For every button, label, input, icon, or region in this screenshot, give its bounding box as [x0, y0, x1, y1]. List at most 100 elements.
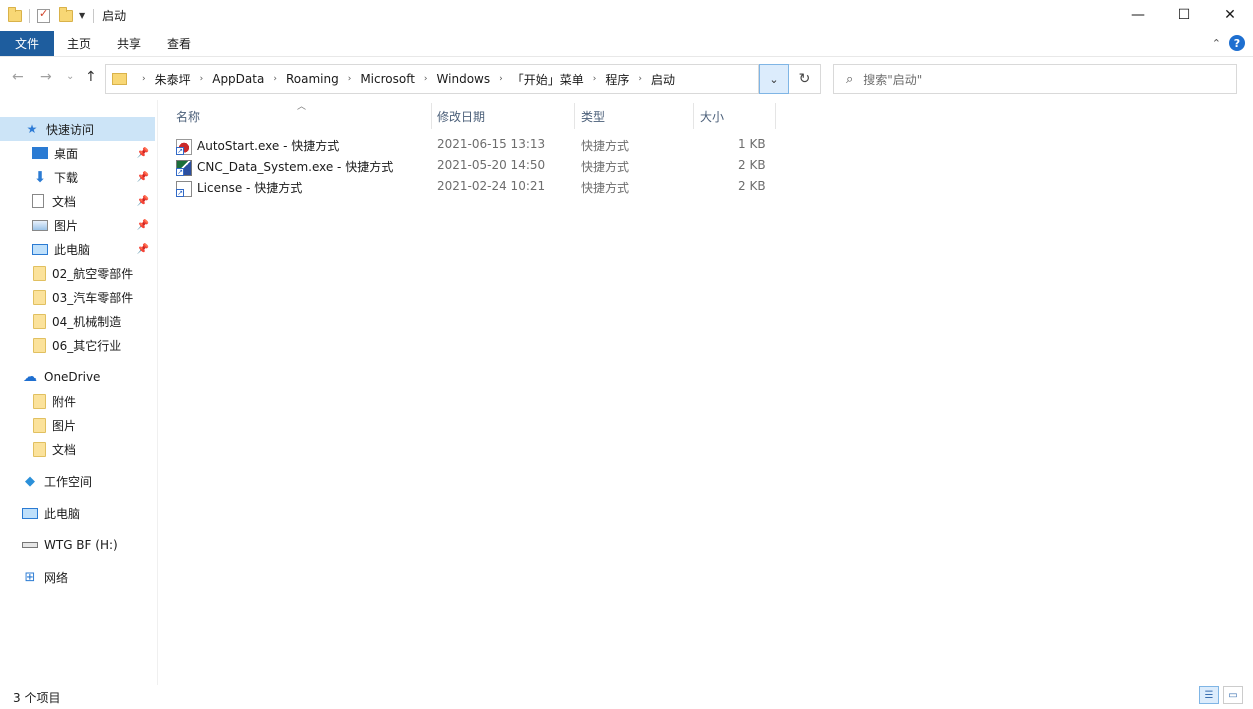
star-icon: ★ [26, 122, 38, 136]
sidebar-item-this-pc[interactable]: 此电脑 [0, 501, 155, 525]
breadcrumb-separator[interactable]: › [499, 74, 503, 84]
folder-icon [33, 337, 46, 353]
application-icon: ↗ [176, 159, 192, 176]
pin-icon[interactable]: 📌 [137, 220, 149, 231]
pin-icon[interactable]: 📌 [137, 244, 149, 255]
tab-home[interactable]: 主页 [54, 31, 104, 56]
new-folder-icon[interactable] [59, 6, 73, 22]
file-size: 2 KB [738, 158, 766, 172]
sidebar-item-label: 02_航空零部件 [52, 266, 134, 281]
sidebar-item-folder[interactable]: 附件 [0, 389, 155, 413]
sidebar-item-label: 此电脑 [54, 242, 91, 257]
table-row[interactable]: ↗ CNC_Data_System.exe - 快捷方式 2021-05-20 1… [172, 155, 772, 176]
sidebar-item-folder[interactable]: 04_机械制造 [0, 309, 155, 333]
tab-share[interactable]: 共享 [104, 31, 154, 56]
breadcrumb-separator[interactable]: › [424, 74, 428, 84]
folder-icon [112, 73, 127, 85]
tab-view[interactable]: 查看 [154, 31, 204, 56]
sidebar-item-drive[interactable]: WTG BF (H:) [0, 533, 155, 557]
details-view-icon[interactable]: ☰ [1199, 686, 1219, 704]
sidebar-item-pictures[interactable]: 图片 📌 [0, 213, 155, 237]
forward-button[interactable]: → [40, 69, 52, 85]
sidebar-item-label: 图片 [52, 418, 77, 433]
sidebar-item-label: 04_机械制造 [52, 314, 122, 329]
column-header-type[interactable]: 类型 [575, 103, 694, 129]
breadcrumb-microsoft[interactable]: Microsoft [360, 72, 415, 86]
back-button[interactable]: ← [12, 69, 24, 85]
address-dropdown-button[interactable]: ⌄ [759, 64, 789, 94]
window-controls: — ☐ ✕ [1115, 0, 1253, 30]
sidebar-item-onedrive[interactable]: ☁ OneDrive [0, 365, 155, 389]
breadcrumb-start-menu[interactable]: 「开始」菜单 [512, 71, 584, 88]
breadcrumb-separator[interactable]: › [200, 74, 204, 84]
sidebar-item-label: 文档 [52, 442, 77, 457]
ribbon-tabs: 文件 主页 共享 查看 ⌃ ? [0, 31, 1253, 56]
breadcrumb-startup[interactable]: 启动 [651, 71, 675, 88]
sidebar-item-folder[interactable]: 06_其它行业 [0, 333, 155, 357]
pictures-icon [32, 219, 48, 231]
download-icon: ⬇ [33, 168, 47, 186]
shortcut-arrow-icon: ↗ [176, 146, 184, 155]
sidebar-item-folder[interactable]: 文档 [0, 437, 155, 461]
sidebar-item-label: 下载 [54, 170, 79, 185]
breadcrumb-programs[interactable]: 程序 [605, 71, 629, 88]
sidebar-item-workspace[interactable]: ◆ 工作空间 [0, 469, 155, 493]
file-date: 2021-05-20 14:50 [437, 158, 546, 172]
file-name-cell: ↗ AutoStart.exe - 快捷方式 [176, 137, 339, 155]
breadcrumb-roaming[interactable]: Roaming [286, 72, 339, 86]
customize-toolbar-dropdown[interactable]: ▼ [79, 11, 85, 20]
up-button[interactable]: ↑ [85, 69, 97, 85]
sidebar-item-folder[interactable]: 图片 [0, 413, 155, 437]
sidebar-item-downloads[interactable]: ⬇ 下载 📌 [0, 165, 155, 189]
maximize-button[interactable]: ☐ [1161, 0, 1207, 30]
properties-icon[interactable] [37, 7, 50, 23]
search-input[interactable]: ⌕ 搜索"启动" [833, 64, 1237, 94]
sidebar-item-desktop[interactable]: 桌面 📌 [0, 141, 155, 165]
sidebar-item-label: 附件 [52, 394, 77, 409]
sidebar-item-this-pc-pinned[interactable]: 此电脑 📌 [0, 237, 155, 261]
breadcrumb-separator[interactable]: › [638, 74, 642, 84]
breadcrumb-appdata[interactable]: AppData [212, 72, 264, 86]
breadcrumb-separator[interactable]: › [593, 74, 597, 84]
column-header-size[interactable]: 大小 [694, 103, 776, 129]
file-type: 快捷方式 [581, 160, 630, 174]
refresh-button[interactable]: ↻ [789, 64, 821, 94]
sidebar-item-label: 文档 [52, 194, 77, 209]
breadcrumb-separator: › [142, 74, 146, 84]
chevron-up-icon[interactable]: ⌃ [1212, 37, 1221, 50]
column-header-date[interactable]: 修改日期 [431, 103, 575, 129]
breadcrumb-separator[interactable]: › [348, 74, 352, 84]
sidebar-item-network[interactable]: ⊞ 网络 [0, 565, 155, 589]
sidebar-item-quick-access[interactable]: ★ 快速访问 [0, 117, 155, 141]
sidebar-item-label: 此电脑 [44, 506, 81, 521]
file-name-cell: ↗ CNC_Data_System.exe - 快捷方式 [176, 158, 393, 176]
breadcrumb-separator[interactable]: › [273, 74, 277, 84]
folder-icon[interactable] [8, 6, 22, 22]
file-name: CNC_Data_System.exe - 快捷方式 [197, 160, 394, 174]
table-row[interactable]: ↗ License - 快捷方式 2021-02-24 10:21 快捷方式 2 … [172, 176, 772, 197]
pin-icon[interactable]: 📌 [137, 196, 149, 207]
file-name: AutoStart.exe - 快捷方式 [197, 139, 340, 153]
sidebar-item-folder[interactable]: 03_汽车零部件 [0, 285, 155, 309]
recent-locations-dropdown[interactable]: ⌄ [66, 71, 74, 82]
pin-icon[interactable]: 📌 [137, 172, 149, 183]
address-bar[interactable]: › 朱泰坪 › AppData › Roaming › Microsoft › … [105, 64, 759, 94]
sidebar-item-documents[interactable]: 文档 📌 [0, 189, 155, 213]
sidebar-item-folder[interactable]: 02_航空零部件 [0, 261, 155, 285]
network-icon: ⊞ [24, 569, 36, 585]
document-icon: ↗ [176, 180, 192, 197]
minimize-button[interactable]: — [1115, 0, 1161, 30]
folder-icon [33, 313, 46, 329]
help-icon[interactable]: ? [1229, 35, 1245, 51]
title-bar: ▼ 启动 — ☐ ✕ [0, 0, 1253, 31]
shortcut-arrow-icon: ↗ [176, 167, 184, 176]
close-button[interactable]: ✕ [1207, 0, 1253, 30]
file-name-cell: ↗ License - 快捷方式 [176, 179, 302, 197]
column-header-name[interactable]: 名称 [170, 103, 432, 129]
pin-icon[interactable]: 📌 [137, 148, 149, 159]
table-row[interactable]: ↗ AutoStart.exe - 快捷方式 2021-06-15 13:13 快… [172, 134, 772, 155]
large-icons-view-icon[interactable]: ▭ [1223, 686, 1243, 704]
breadcrumb-user[interactable]: 朱泰坪 [155, 71, 191, 88]
breadcrumb-windows[interactable]: Windows [437, 72, 491, 86]
tab-file[interactable]: 文件 [0, 31, 54, 56]
